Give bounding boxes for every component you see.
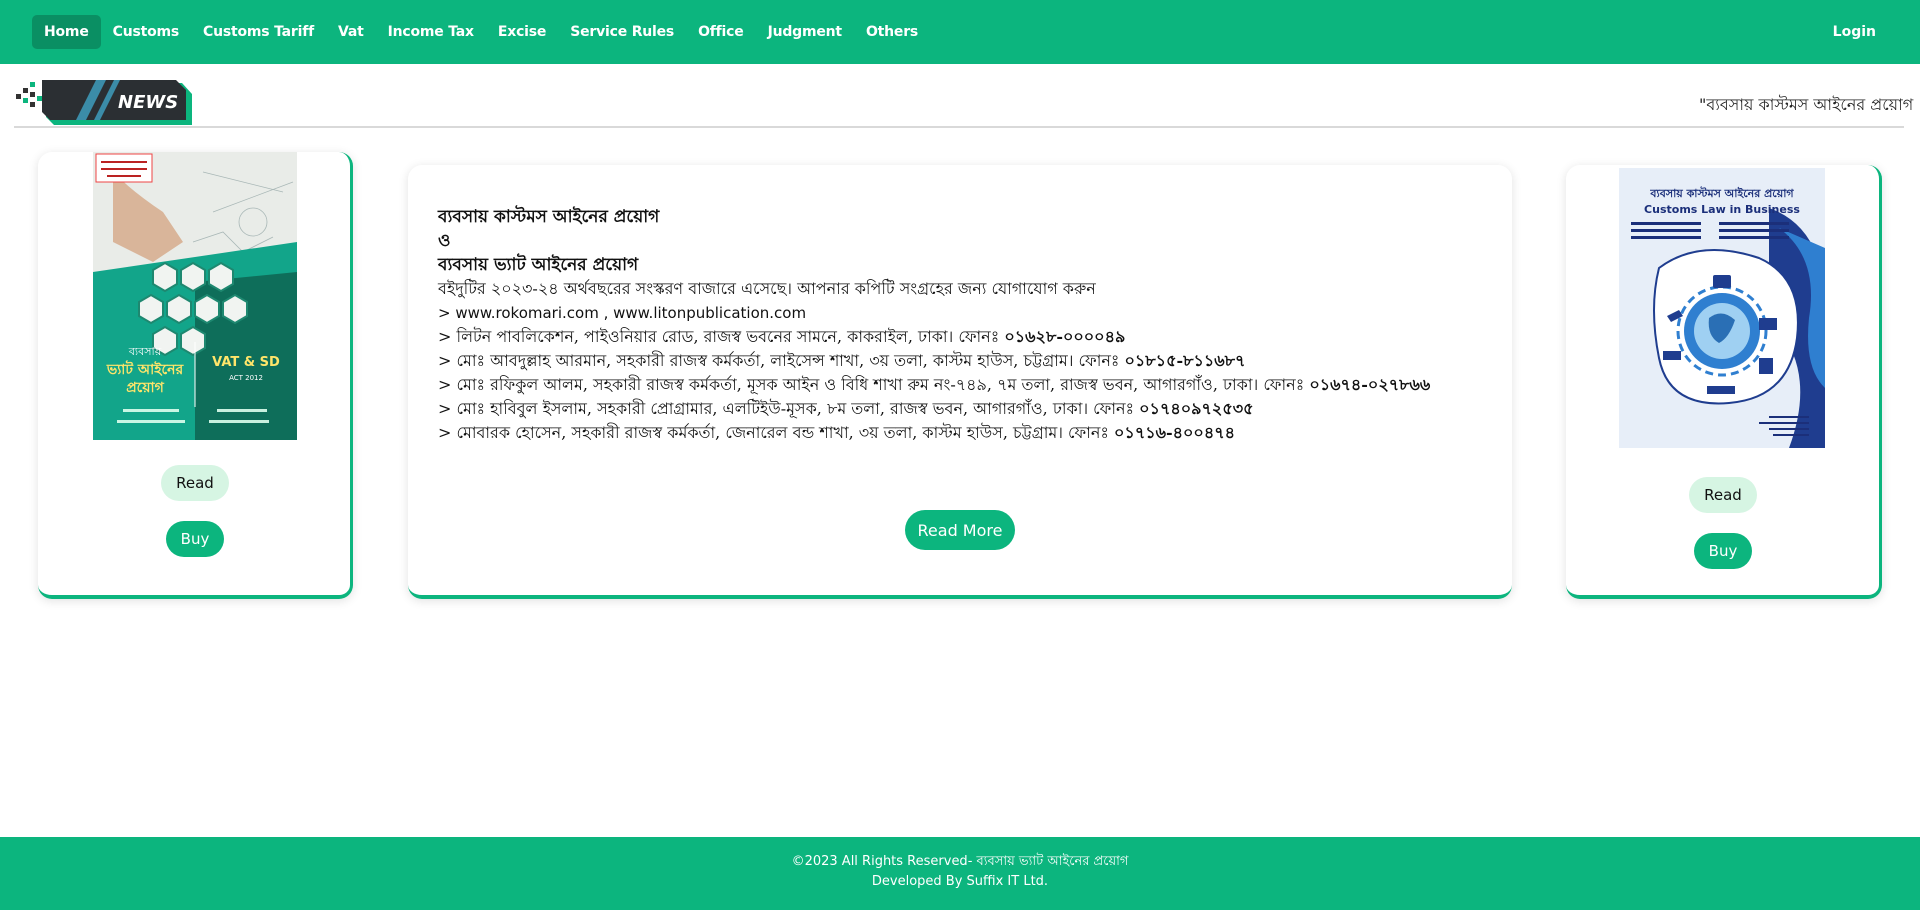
nav-customs-tariff[interactable]: Customs Tariff [191, 15, 326, 49]
nav-links: Home Customs Customs Tariff Vat Income T… [32, 15, 930, 49]
footer-developer: Developed By Suffix IT Ltd. [871, 874, 1049, 889]
customs-book-read-button[interactable]: Read [1689, 477, 1757, 513]
announcement-title-2: ও [438, 231, 451, 251]
vat-cover-act-label: ACT 2012 [229, 374, 263, 382]
contact-phone: ০১৮১৫-৮১১৬৮৭ [1124, 351, 1246, 370]
nav-excise[interactable]: Excise [486, 15, 558, 49]
vat-cover-title-3: প্রয়োগ [126, 380, 164, 396]
customs-book-buy-button[interactable]: Buy [1694, 533, 1752, 569]
contact-line: > মোঃ রফিকুল আলম, সহকারী রাজস্ব কর্মকর্ত… [438, 373, 1498, 397]
vat-cover-title-1: ব্যবসায় [128, 345, 162, 358]
announcement-content: ব্যবসায় কাস্টমস আইনের প্রয়োগ ও ব্যবসায… [438, 205, 1498, 445]
news-ticker[interactable]: "ব্যবসায় কাস্টমস আইনের প্রয়োগ [1699, 92, 1917, 119]
nav-judgment[interactable]: Judgment [756, 15, 854, 49]
nav-office[interactable]: Office [686, 15, 755, 49]
contact-line: > লিটন পাবলিকেশন, পাইওনিয়ার রোড, রাজস্ব… [438, 325, 1498, 349]
nav-others[interactable]: Others [854, 15, 930, 49]
contact-text: > লিটন পাবলিকেশন, পাইওনিয়ার রোড, রাজস্ব… [438, 327, 1005, 346]
contact-phone: ০১৭১৬-৪০০৪৭৪ [1114, 423, 1236, 442]
announcement-websites: > www.rokomari.com , www.litonpublicatio… [438, 304, 807, 322]
news-badge-label: NEWS [118, 92, 178, 113]
customs-cover-title-bn: ব্যবসায় কাস্টমস আইনের প্রয়োগ [1649, 186, 1794, 200]
contact-line: > মোবারক হোসেন, সহকারী রাজস্ব কর্মকর্তা,… [438, 421, 1498, 445]
nav-vat[interactable]: Vat [326, 15, 376, 49]
news-bar: NEWS "ব্যবসায় কাস্টমস আইনের প্রয়োগ [14, 78, 1913, 128]
nav-customs[interactable]: Customs [101, 15, 191, 49]
announcement-title-1: ব্যবসায় কাস্টমস আইনের প্রয়োগ [438, 207, 660, 227]
vat-book-card: ব্যবসায় ভ্যাট আইনের প্রয়োগ VAT & SD AC… [38, 152, 353, 599]
nav-service-rules[interactable]: Service Rules [558, 15, 686, 49]
read-more-button[interactable]: Read More [905, 510, 1015, 550]
vat-book-buy-button[interactable]: Buy [166, 521, 224, 557]
contact-text: > মোঃ হাবিবুল ইসলাম, সহকারী প্রোগ্রামার,… [438, 399, 1140, 418]
contact-text: > মোঃ আবদুল্লাহ আরমান, সহকারী রাজস্ব কর্… [438, 351, 1125, 370]
customs-cover-title-en: Customs Law in Business [1644, 203, 1800, 216]
contact-text: > মোবারক হোসেন, সহকারী রাজস্ব কর্মকর্তা,… [438, 423, 1115, 442]
vat-book-read-button[interactable]: Read [161, 465, 229, 501]
login-link[interactable]: Login [1821, 15, 1888, 49]
announcement-title-3: ব্যবসায় ভ্যাট আইনের প্রয়োগ [438, 255, 639, 275]
customs-book-cover-image: ব্যবসায় কাস্টমস আইনের প্রয়োগ Customs L… [1619, 168, 1825, 448]
nav-income-tax[interactable]: Income Tax [376, 15, 486, 49]
vat-book-cover-image: ব্যবসায় ভ্যাট আইনের প্রয়োগ VAT & SD AC… [93, 152, 297, 440]
announcement-subtitle: বইদুটির ২০২৩-২৪ অর্থবছরের সংস্করণ বাজারে… [438, 279, 1096, 298]
vat-cover-vat-label: VAT & SD [212, 355, 280, 370]
footer: ©2023 All Rights Reserved- ব্যবসায় ভ্যা… [0, 837, 1920, 910]
footer-copyright: ©2023 All Rights Reserved- ব্যবসায় ভ্যা… [791, 854, 1129, 869]
pixel-dots-icon [16, 82, 42, 107]
contact-text: > মোঃ রফিকুল আলম, সহকারী রাজস্ব কর্মকর্ত… [438, 375, 1310, 394]
news-badge: NEWS [16, 80, 192, 125]
nav-home[interactable]: Home [32, 15, 101, 49]
announcement-card: ব্যবসায় কাস্টমস আইনের প্রয়োগ ও ব্যবসায… [408, 165, 1512, 599]
contact-phone: ০১৬৭৪-০২৭৮৬৬ [1309, 375, 1431, 394]
vat-cover-title-2: ভ্যাট আইনের [106, 360, 185, 378]
contact-phone: ০১৬২৮-০০০০৪৯ [1004, 327, 1126, 346]
contact-line: > মোঃ হাবিবুল ইসলাম, সহকারী প্রোগ্রামার,… [438, 397, 1498, 421]
contact-phone: ০১৭৪০৯৭২৫৩৫ [1139, 399, 1254, 418]
contact-line: > মোঃ আবদুল্লাহ আরমান, সহকারী রাজস্ব কর্… [438, 349, 1498, 373]
top-navbar: Home Customs Customs Tariff Vat Income T… [0, 0, 1920, 64]
customs-book-card: ব্যবসায় কাস্টমস আইনের প্রয়োগ Customs L… [1566, 165, 1882, 599]
